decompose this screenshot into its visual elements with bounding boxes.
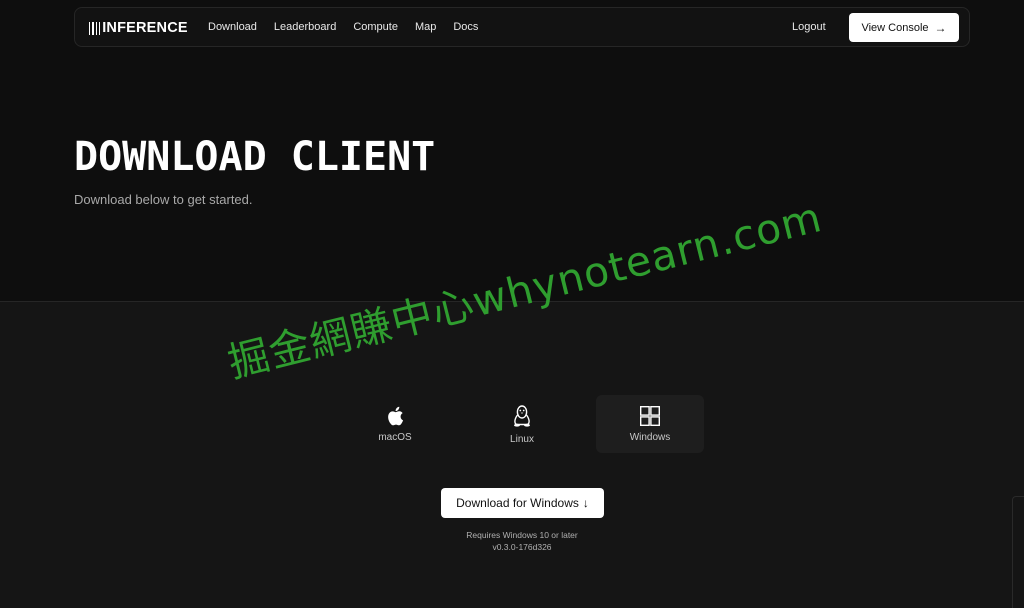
nav-link-docs[interactable]: Docs bbox=[453, 21, 478, 33]
download-button-label: Download for Windows bbox=[456, 496, 579, 510]
arrow-down-icon: ↓ bbox=[582, 496, 589, 510]
logo-text: INFERENCE bbox=[102, 20, 188, 36]
download-section bbox=[0, 301, 1024, 608]
platform-label-linux: Linux bbox=[510, 433, 534, 445]
windows-icon bbox=[640, 405, 660, 426]
nav-link-compute[interactable]: Compute bbox=[353, 21, 398, 33]
platform-tab-windows[interactable]: Windows bbox=[596, 395, 704, 453]
arrow-right-icon: → bbox=[934, 20, 947, 35]
nav-link-leaderboard[interactable]: Leaderboard bbox=[274, 21, 336, 33]
platform-label-macos: macOS bbox=[378, 431, 412, 443]
platform-tab-macos[interactable]: macOS bbox=[341, 395, 449, 453]
view-console-label: View Console bbox=[861, 21, 929, 34]
nav-links: Download Leaderboard Compute Map Docs bbox=[208, 21, 478, 33]
version-text: v0.3.0-176d326 bbox=[492, 542, 552, 552]
download-button[interactable]: Download for Windows ↓ bbox=[441, 488, 604, 518]
logo[interactable]: INFERENCE bbox=[89, 19, 188, 37]
requirements-info: Requires Windows 10 or later v0.3.0-176d… bbox=[0, 529, 1024, 553]
nav-link-download[interactable]: Download bbox=[208, 21, 257, 33]
download-page: INFERENCE Download Leaderboard Compute M… bbox=[0, 0, 1024, 608]
apple-icon bbox=[388, 406, 404, 425]
page-title: DOWNLOAD CLIENT bbox=[74, 134, 436, 180]
linux-tux-icon bbox=[514, 404, 530, 427]
platform-tab-linux[interactable]: Linux bbox=[468, 395, 576, 453]
page-subtitle: Download below to get started. bbox=[74, 192, 253, 207]
requirement-text: Requires Windows 10 or later bbox=[466, 530, 578, 540]
platform-label-windows: Windows bbox=[629, 431, 671, 443]
logout-link[interactable]: Logout bbox=[792, 21, 826, 33]
scroll-edge bbox=[1012, 496, 1024, 608]
view-console-button[interactable]: View Console → bbox=[849, 13, 959, 42]
nav-link-map[interactable]: Map bbox=[415, 21, 436, 33]
top-nav: INFERENCE Download Leaderboard Compute M… bbox=[74, 7, 970, 47]
logo-bars-icon bbox=[89, 21, 101, 35]
